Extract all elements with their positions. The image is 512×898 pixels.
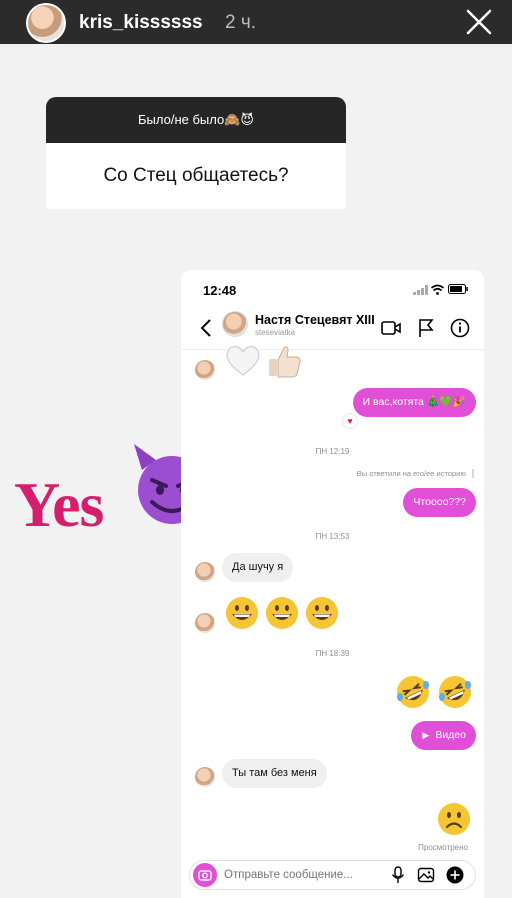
story-time: 2 ч. xyxy=(225,12,257,33)
wifi-icon xyxy=(431,284,444,295)
sender-avatar xyxy=(195,767,215,787)
camera-button[interactable] xyxy=(193,863,217,887)
frowning-face-icon xyxy=(438,803,470,835)
story-reply-note: Вы ответили на его/ее историю xyxy=(357,469,474,478)
add-icon[interactable] xyxy=(446,866,464,884)
message-outgoing[interactable]: Чтоооо??? xyxy=(403,488,476,517)
message-incoming[interactable]: Да шучу я xyxy=(222,553,294,582)
video-label: Видео xyxy=(435,729,466,741)
contact-avatar[interactable] xyxy=(222,311,248,337)
status-bar: 12:48 xyxy=(181,270,484,306)
video-call-icon[interactable] xyxy=(380,317,402,339)
message-incoming[interactable]: Ты там без меня xyxy=(222,759,327,788)
video-message[interactable]: ▶ Видео xyxy=(411,721,476,750)
sender-avatar xyxy=(195,360,215,380)
status-time: 12:48 xyxy=(203,283,237,298)
grinning-face-icon xyxy=(306,597,338,629)
contact-name[interactable]: Настя Стецевят XIII xyxy=(255,313,375,327)
battery-icon xyxy=(448,284,468,294)
story-username[interactable]: kris_kissssss xyxy=(79,12,203,34)
white-heart-icon xyxy=(226,346,260,376)
reaction-heart-badge: ♥ xyxy=(342,413,358,429)
grinning-face-icon xyxy=(266,597,298,629)
sender-avatar xyxy=(195,562,215,582)
story-avatar[interactable] xyxy=(26,3,66,43)
rofl-face-icon xyxy=(439,676,471,708)
contact-handle: steseviatka xyxy=(255,328,296,337)
flag-icon[interactable] xyxy=(415,317,437,339)
timestamp: ПН 18:39 xyxy=(315,649,350,658)
sticker-question: Со Стец общаетесь? xyxy=(46,143,346,209)
info-icon[interactable] xyxy=(449,317,471,339)
close-icon[interactable] xyxy=(466,9,492,35)
message-composer xyxy=(189,860,476,890)
microphone-icon[interactable] xyxy=(389,866,407,884)
seen-status: Просмотрено xyxy=(418,843,468,852)
back-icon[interactable] xyxy=(199,318,213,338)
thumbs-up-icon xyxy=(269,346,301,378)
play-icon: ▶ xyxy=(422,730,430,740)
dm-screenshot: 12:48 Настя Стецевят XIII steseviatka И … xyxy=(181,270,484,898)
question-sticker[interactable]: Было/не было🙈😈 Со Стец общаетесь? xyxy=(46,97,346,209)
sender-avatar xyxy=(195,613,215,633)
sticker-title: Было/не было🙈😈 xyxy=(46,97,346,143)
message-input[interactable] xyxy=(224,861,384,889)
message-outgoing[interactable]: И вас,котята 🎄💚🎉 xyxy=(352,388,476,417)
story-header: kris_kissssss 2 ч. xyxy=(0,0,512,44)
timestamp: ПН 12:19 xyxy=(315,447,350,456)
rofl-face-icon xyxy=(397,676,429,708)
grinning-face-icon xyxy=(226,597,258,629)
yes-sticker-text: Yes xyxy=(14,469,104,540)
camera-icon xyxy=(198,870,212,881)
gallery-icon[interactable] xyxy=(417,866,435,884)
signal-icon xyxy=(413,285,428,295)
timestamp: ПН 13:53 xyxy=(315,532,350,541)
